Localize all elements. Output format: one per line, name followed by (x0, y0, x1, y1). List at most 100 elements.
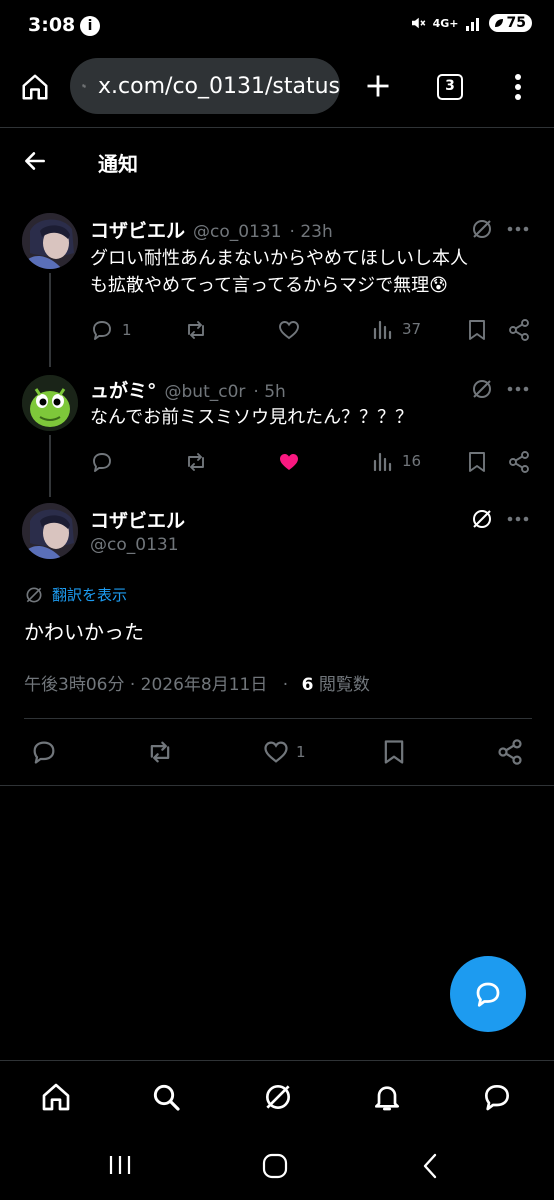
system-home-icon (262, 1153, 288, 1179)
info-icon: i (80, 16, 100, 36)
author-handle[interactable]: @co_0131 (90, 535, 179, 555)
share-button[interactable] (507, 450, 531, 474)
like-button[interactable] (277, 450, 301, 474)
views-chart-icon (373, 452, 392, 472)
share-icon (509, 319, 529, 341)
divider (24, 718, 532, 719)
author-handle[interactable]: @but_c0r (165, 382, 246, 402)
bookmark-icon (469, 320, 485, 340)
translate-link[interactable]: 翻訳を表示 (24, 584, 127, 605)
post-timestamp[interactable]: 午後3時06分 · 2026年8月11日 (24, 675, 267, 695)
arrow-left-icon (25, 152, 45, 170)
home-icon (42, 1083, 70, 1111)
tweet-text-line: も拡散やめてって言ってるからマジで無理 (90, 275, 430, 296)
chevron-left-icon (423, 1153, 437, 1179)
share-button[interactable] (507, 318, 531, 342)
repost-button[interactable] (184, 318, 214, 342)
more-options-icon[interactable] (507, 226, 529, 232)
reply-count: 1 (122, 321, 132, 339)
reply-button[interactable] (30, 738, 58, 766)
back-button[interactable] (22, 148, 48, 174)
reply-button[interactable] (90, 450, 122, 474)
signal-icon (465, 18, 479, 31)
author-name[interactable]: コザビエル (90, 506, 185, 533)
views-count: 6 (301, 675, 314, 695)
translate-label: 翻訳を表示 (52, 586, 128, 604)
bottom-nav (0, 1060, 554, 1132)
new-tab-button[interactable] (364, 72, 392, 100)
repost-button[interactable] (184, 450, 208, 474)
reply-button[interactable]: 1 (90, 318, 132, 342)
thread-line (49, 435, 51, 497)
tab-switcher-button[interactable]: 3 (437, 74, 463, 100)
repost-button[interactable] (146, 738, 174, 766)
tweet-header: コザビエル @co_0131 · 23h (90, 216, 333, 243)
nav-messages-button[interactable] (481, 1081, 513, 1113)
reply-fab-button[interactable] (450, 956, 526, 1032)
url-text: x.com/co_0131/status (98, 73, 340, 99)
views-button[interactable]: 37 (372, 318, 421, 340)
nav-grok-button[interactable] (262, 1081, 294, 1113)
views-chart-icon (373, 320, 392, 340)
bookmark-button[interactable] (381, 738, 407, 766)
more-options-icon[interactable] (507, 386, 529, 392)
avatar[interactable] (22, 375, 78, 431)
grok-icon (266, 1085, 290, 1109)
like-button[interactable] (277, 318, 307, 342)
search-icon (153, 1084, 180, 1111)
tweet-header: ュがミ° @but_c0r · 5h (90, 376, 286, 403)
share-icon (498, 739, 522, 765)
reply-icon (93, 321, 111, 340)
address-bar[interactable]: x.com/co_0131/status (70, 58, 340, 114)
post-text: かわいかった (24, 620, 144, 644)
author-handle[interactable]: @co_0131 (193, 222, 282, 242)
browser-menu-button[interactable] (508, 72, 528, 102)
like-button[interactable]: 1 (262, 738, 306, 766)
system-nav-bar (0, 1132, 554, 1200)
grok-icon[interactable] (470, 507, 494, 531)
post-time[interactable]: · 23h (290, 222, 333, 242)
author-name[interactable]: ュがミ° (90, 376, 157, 403)
bookmark-button[interactable] (466, 318, 488, 342)
post-meta: 午後3時06分 · 2026年8月11日 · 6 閲覧数 (24, 670, 370, 695)
nav-home-button[interactable] (40, 1081, 72, 1113)
bookmark-icon (469, 452, 485, 472)
nav-notifications-button[interactable] (371, 1081, 403, 1113)
share-button[interactable] (496, 738, 524, 766)
leaf-icon (494, 19, 503, 27)
avatar[interactable] (22, 213, 78, 269)
plus-icon (367, 75, 389, 97)
page-title: 通知 (98, 152, 138, 176)
recents-button[interactable] (108, 1154, 132, 1176)
nav-search-button[interactable] (150, 1081, 182, 1113)
battery-level: 75 (506, 15, 526, 31)
tweet-text: グロい耐性あんまないからやめてほしいし本人 も拡散やめてって言ってるからマジで無… (90, 245, 530, 299)
reply-icon (33, 741, 55, 764)
grok-icon[interactable] (470, 217, 494, 241)
post-time[interactable]: · 5h (253, 382, 285, 402)
system-home-button[interactable] (262, 1153, 288, 1179)
network-label: 4G+ (432, 16, 459, 30)
grok-translate-icon (26, 587, 42, 602)
repost-icon (188, 453, 204, 471)
tweet-text-line: グロい耐性あんまないからやめてほしいし本人 (90, 248, 468, 269)
more-options-icon[interactable] (507, 516, 529, 522)
views-button[interactable]: 16 (372, 450, 421, 472)
message-icon (485, 1085, 509, 1111)
heart-icon (279, 321, 299, 340)
system-back-button[interactable] (420, 1152, 440, 1180)
mute-icon (411, 17, 425, 29)
heart-icon (264, 741, 288, 763)
view-count: 37 (402, 320, 422, 338)
tweet-text: なんでお前ミスミソウ見れたん？？？？ (90, 407, 414, 428)
repost-icon (150, 741, 170, 763)
bookmark-button[interactable] (466, 450, 488, 474)
bell-icon (375, 1086, 399, 1111)
avatar[interactable] (22, 503, 78, 559)
reply-icon (476, 982, 500, 1007)
like-count: 1 (296, 743, 306, 761)
views-label: 閲覧数 (318, 675, 370, 695)
grok-icon[interactable] (470, 377, 494, 401)
author-name[interactable]: コザビエル (90, 216, 185, 243)
home-button[interactable] (20, 72, 50, 102)
